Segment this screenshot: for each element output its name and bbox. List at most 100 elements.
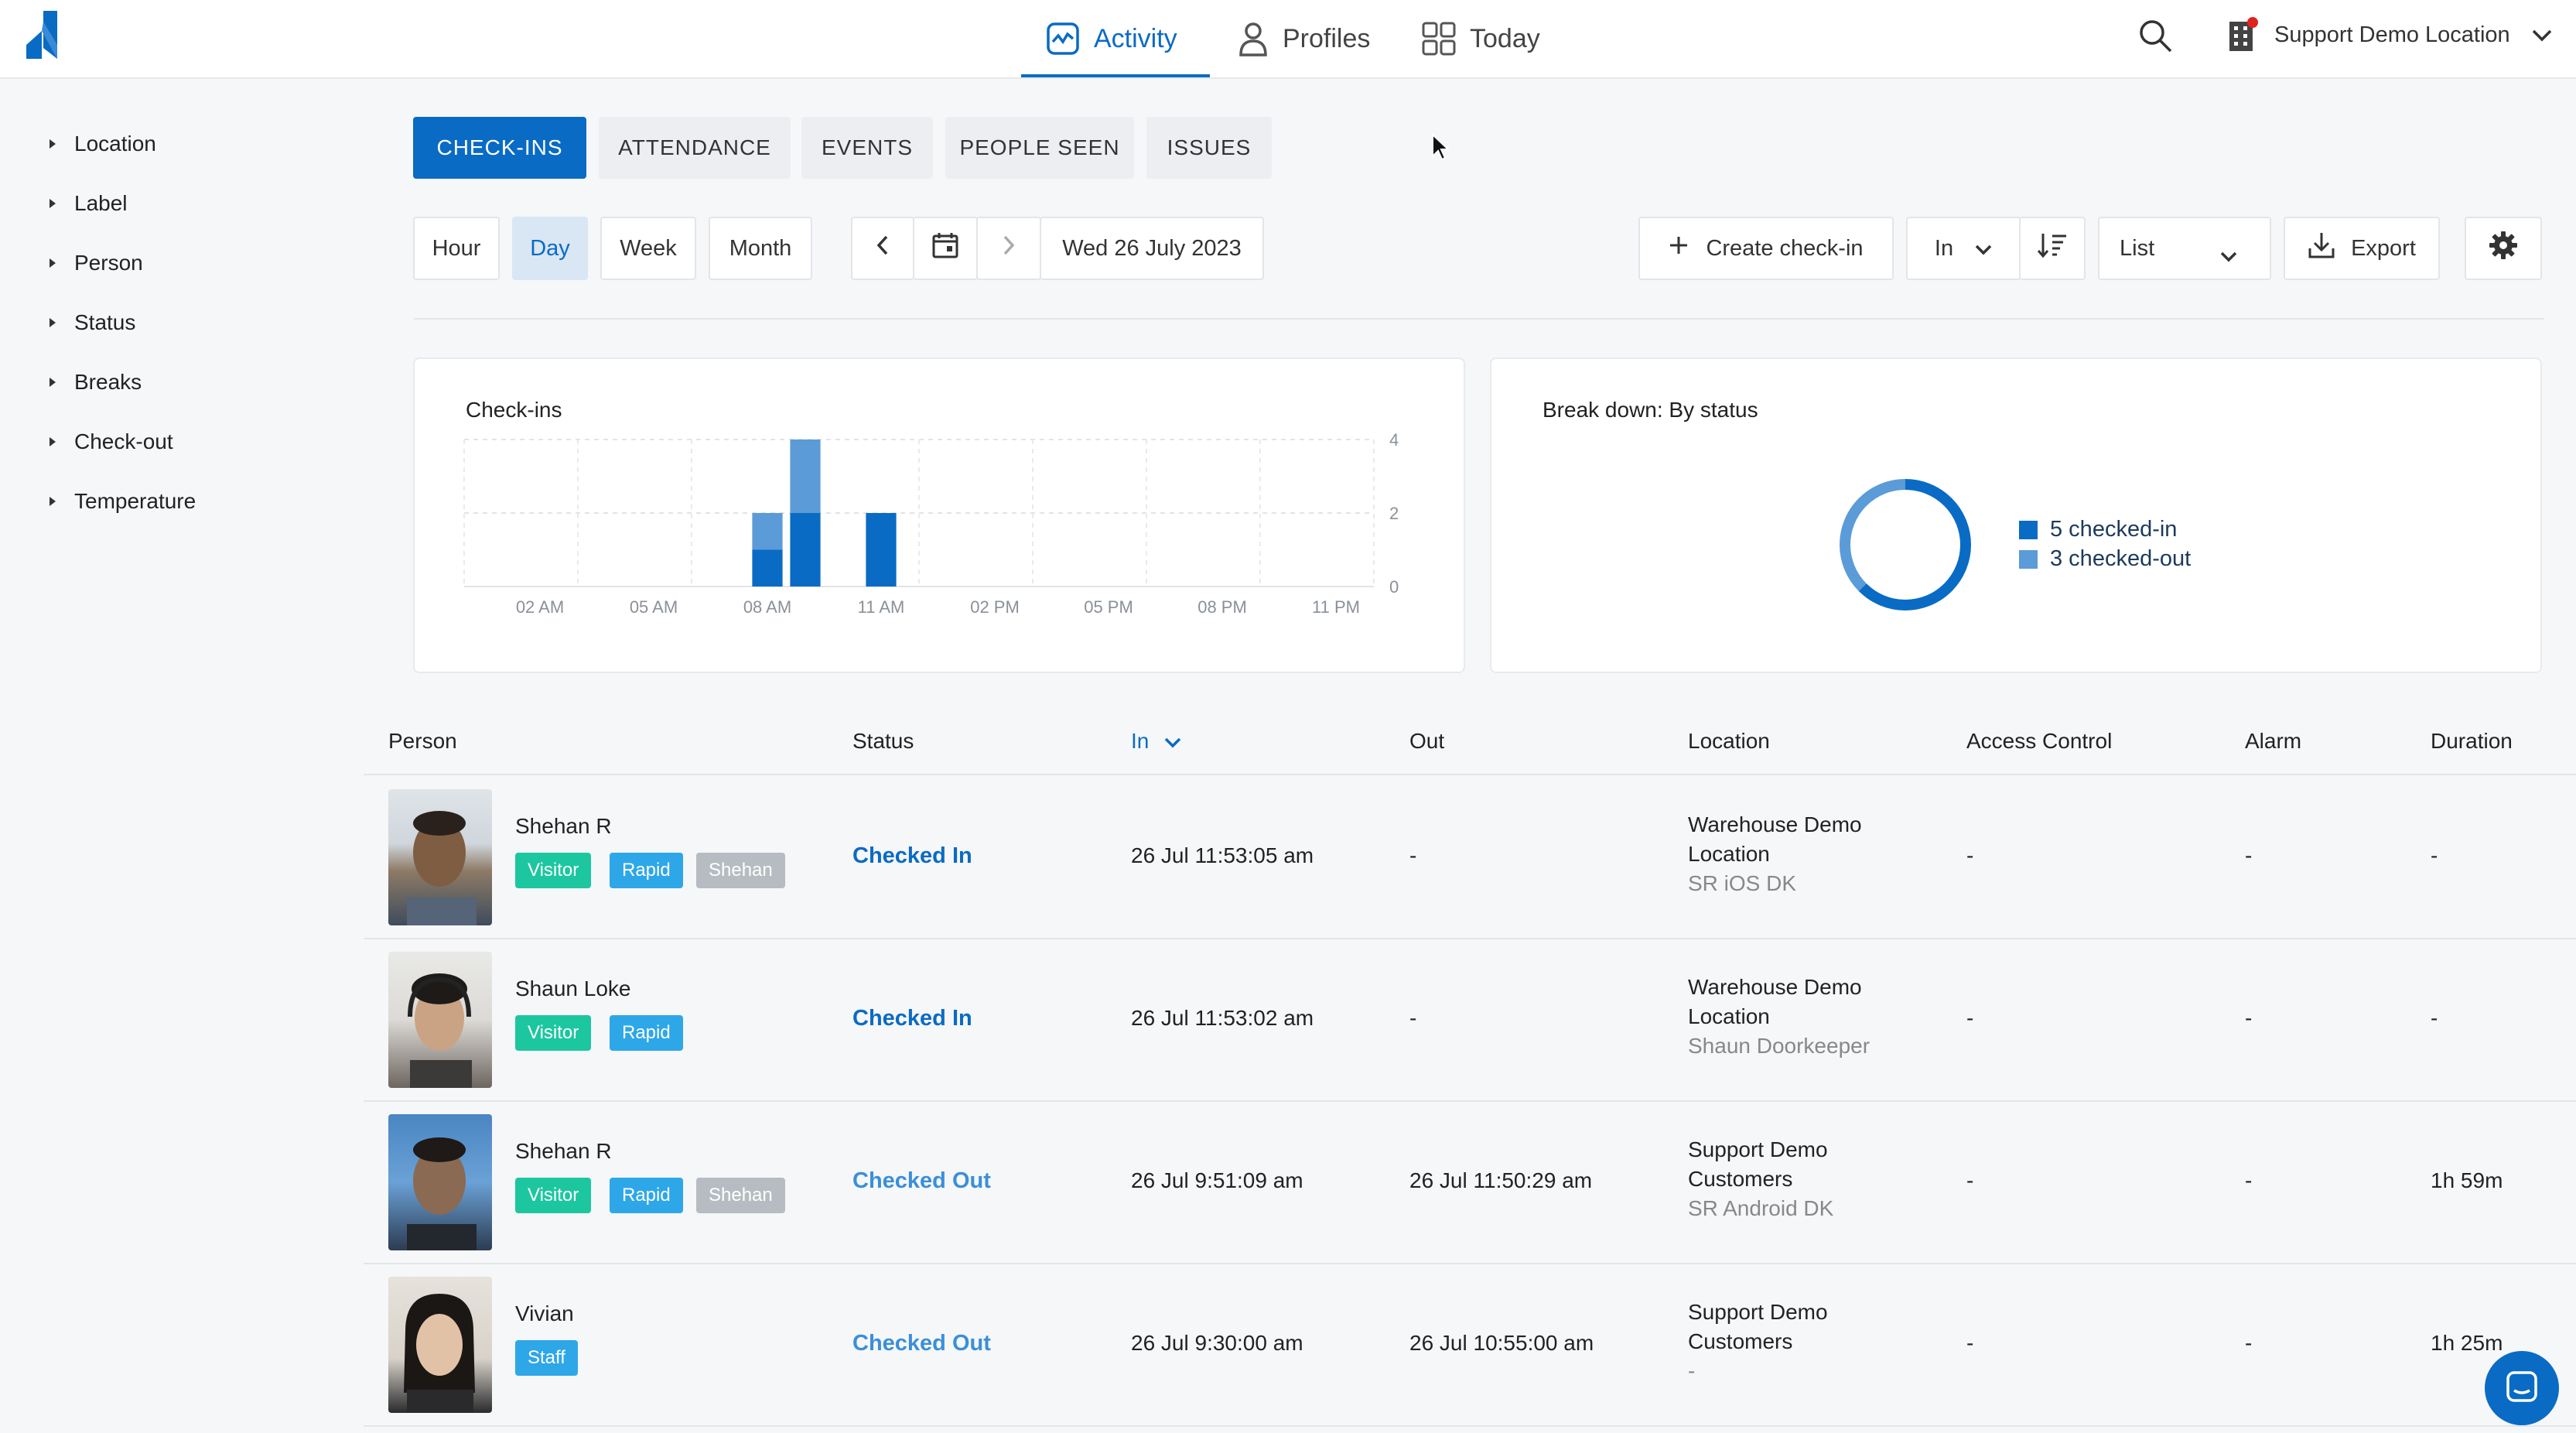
tab-issues[interactable]: ISSUES (1146, 117, 1272, 179)
prev-date-button[interactable] (851, 217, 914, 280)
location-switcher[interactable]: Support Demo Location (2274, 0, 2552, 70)
location-line-2: Customers (1688, 1167, 1793, 1191)
col-out-header[interactable]: Out (1409, 729, 1444, 754)
avatar (388, 1277, 492, 1413)
chat-launcher-button[interactable] (2485, 1351, 2559, 1425)
col-alarm-header[interactable]: Alarm (2245, 729, 2301, 754)
nav-profiles[interactable]: Profiles (1238, 0, 1370, 77)
sidebar-item-label: Temperature (74, 489, 196, 513)
sidebar-item-label: Label (74, 191, 128, 215)
building-icon[interactable] (2226, 17, 2260, 56)
mouse-cursor-icon (1431, 132, 1450, 165)
x-tick-label: 02 PM (970, 597, 1020, 617)
view-value: List (2120, 235, 2155, 261)
caret-right-icon (50, 199, 56, 208)
access-control-value: - (1966, 1006, 1974, 1030)
sidebar-item-temperature[interactable]: Temperature (50, 489, 196, 514)
range-month-button[interactable]: Month (709, 217, 812, 280)
col-location-header[interactable]: Location (1688, 729, 1770, 754)
device-name: SR iOS DK (1688, 871, 1797, 895)
create-check-in-button[interactable]: Create check-in (1638, 217, 1894, 280)
caret-right-icon (50, 437, 56, 446)
caret-right-icon (50, 378, 56, 387)
table-row[interactable]: Shaun Loke Visitor Rapid Checked In 26 J… (364, 938, 2576, 1102)
sidebar-item-label[interactable]: Label (50, 191, 128, 216)
table-row[interactable]: Vivian Staff Checked Out 26 Jul 9:30:00 … (364, 1263, 2576, 1427)
out-time: 26 Jul 11:50:29 am (1409, 1168, 1593, 1192)
range-hour-button[interactable]: Hour (413, 217, 500, 280)
grid-icon (1422, 22, 1456, 56)
duration-value: - (2431, 1006, 2438, 1030)
badge-visitor: Visitor (515, 853, 592, 888)
export-button[interactable]: Export (2284, 217, 2440, 280)
location-line-2: Location (1688, 842, 1770, 866)
sidebar-item-label: Person (74, 251, 143, 275)
col-in-label: In (1131, 729, 1150, 753)
caret-right-icon (50, 258, 56, 268)
col-in-header[interactable]: In (1131, 729, 1181, 754)
range-day-button[interactable]: Day (512, 217, 588, 280)
direction-value: In (1934, 235, 1954, 261)
toolbar-divider (414, 318, 2544, 320)
tab-events[interactable]: EVENTS (801, 117, 933, 179)
status-label: Checked Out (852, 1331, 991, 1356)
location-line-2: Location (1688, 1004, 1770, 1028)
sidebar-item-location[interactable]: Location (50, 132, 156, 156)
sort-button[interactable] (2019, 217, 2086, 280)
sidebar-item-check-out[interactable]: Check-out (50, 429, 173, 454)
sidebar-item-person[interactable]: Person (50, 251, 143, 275)
badge-staff: Staff (515, 1340, 578, 1376)
range-week-button[interactable]: Week (600, 217, 696, 280)
nav-today[interactable]: Today (1422, 0, 1540, 77)
access-control-value: - (1966, 1168, 1974, 1192)
col-status-header[interactable]: Status (852, 729, 914, 754)
location-line-1: Support Demo (1688, 1300, 1828, 1324)
calendar-button[interactable] (913, 217, 978, 280)
tab-check-ins[interactable]: CHECK-INS (413, 117, 586, 179)
chat-icon (2504, 1369, 2540, 1408)
tab-attendance[interactable]: ATTENDANCE (599, 117, 791, 179)
gear-icon (2489, 231, 2518, 266)
table-row[interactable]: Shehan R Visitor Rapid Shehan Checked Ou… (364, 1100, 2576, 1264)
col-duration-header[interactable]: Duration (2431, 729, 2513, 754)
check-ins-card: Check-ins 02 AM 05 AM 08 AM 11 AM 02 PM 05 PM… (413, 357, 1465, 673)
activity-icon (1046, 22, 1080, 56)
location-line-1: Warehouse Demo (1688, 812, 1862, 836)
caret-right-icon (50, 497, 56, 506)
location-line-1: Warehouse Demo (1688, 975, 1862, 999)
sidebar-item-breaks[interactable]: Breaks (50, 370, 142, 395)
badge-rapid: Rapid (610, 1178, 683, 1213)
access-control-value: - (1966, 843, 1974, 867)
in-time: 26 Jul 11:53:02 am (1131, 1006, 1314, 1030)
sidebar-item-label: Check-out (74, 429, 173, 453)
legend-label: 3 checked-out (2050, 546, 2192, 571)
bar-checked-out (752, 513, 783, 550)
person-name: Shehan R (515, 1139, 612, 1163)
download-icon (2308, 231, 2335, 265)
sidebar-item-label: Breaks (74, 370, 142, 394)
chevron-left-icon (876, 235, 889, 262)
logo-icon[interactable] (26, 11, 59, 63)
next-date-button[interactable] (976, 217, 1041, 280)
direction-select[interactable]: In (1906, 217, 2021, 280)
y-tick-label: 2 (1389, 504, 1399, 523)
out-time: - (1409, 1006, 1417, 1030)
sidebar-item-status[interactable]: Status (50, 310, 135, 335)
x-tick-label: 05 AM (630, 597, 678, 617)
view-select[interactable]: List (2098, 217, 2271, 280)
badge-visitor: Visitor (515, 1178, 592, 1213)
badge-shehan: Shehan (696, 1178, 785, 1213)
date-display[interactable]: Wed 26 July 2023 (1040, 217, 1264, 280)
table-row[interactable]: Shehan R Visitor Rapid Shehan Checked In… (364, 775, 2576, 939)
legend-checked-in: 5 checked-in (2019, 517, 2177, 542)
nav-activity[interactable]: Activity (1046, 0, 1177, 77)
tab-people-seen[interactable]: PEOPLE SEEN (945, 117, 1134, 179)
settings-button[interactable] (2465, 217, 2542, 280)
legend-label: 5 checked-in (2050, 517, 2178, 542)
col-access-control-header[interactable]: Access Control (1966, 729, 2112, 754)
avatar (388, 1114, 492, 1250)
col-person-header[interactable]: Person (388, 729, 457, 754)
create-check-in-label: Create check-in (1706, 235, 1864, 261)
search-icon[interactable] (2138, 19, 2172, 56)
alarm-value: - (2245, 843, 2253, 867)
